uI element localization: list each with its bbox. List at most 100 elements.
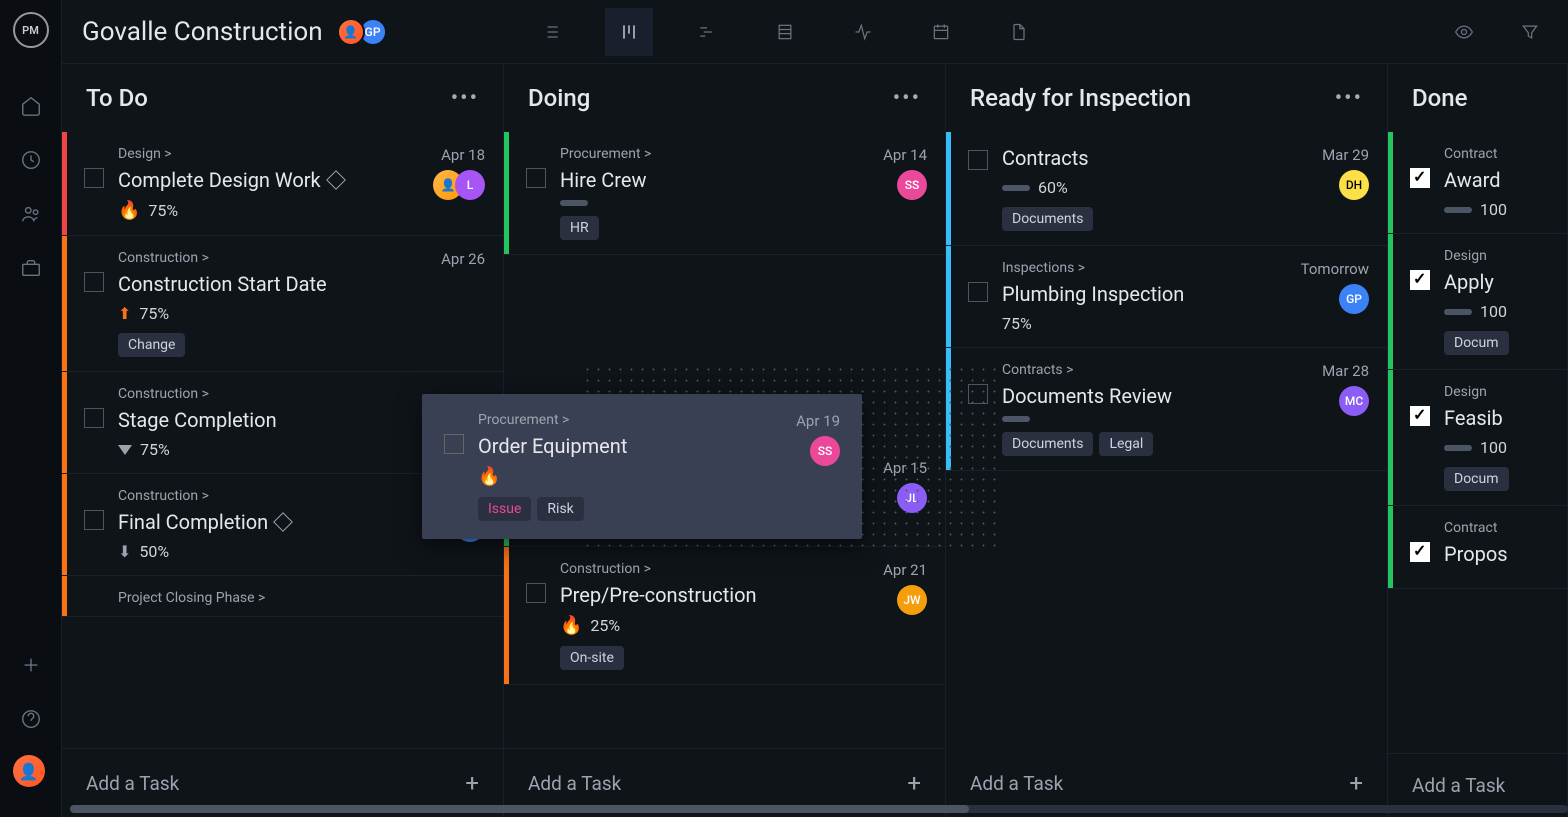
milestone-icon	[326, 170, 346, 190]
add-icon[interactable]	[13, 647, 49, 683]
column-title: To Do	[86, 84, 148, 112]
task-category: Design	[1444, 384, 1549, 400]
member-avatar[interactable]: 👤	[337, 18, 365, 46]
task-card[interactable]: Construction > Construction Start Date ⬆…	[62, 236, 503, 372]
assignee-avatar[interactable]: SS	[897, 170, 927, 200]
task-checkbox[interactable]	[1410, 406, 1430, 426]
progress-bar-icon	[1444, 207, 1472, 213]
activity-view-icon[interactable]	[839, 8, 887, 56]
calendar-view-icon[interactable]	[917, 8, 965, 56]
task-checkbox[interactable]	[968, 150, 988, 170]
task-category: Procurement >	[560, 146, 857, 162]
task-card[interactable]: Design Apply 100 Docum	[1388, 234, 1567, 370]
task-title: Apply	[1444, 270, 1549, 294]
board-view-icon[interactable]	[605, 8, 653, 56]
task-card[interactable]: Design Feasib 100 Docum	[1388, 370, 1567, 506]
assignee-avatar[interactable]: GP	[1339, 284, 1369, 314]
add-task-label: Add a Task	[528, 772, 621, 795]
assignee-avatar[interactable]: DH	[1339, 170, 1369, 200]
assignee-avatar[interactable]: JW	[897, 585, 927, 615]
task-category: Contract	[1444, 146, 1549, 162]
filter-icon[interactable]	[1512, 8, 1548, 56]
task-card[interactable]: Contracts 60% Documents Mar 29DH	[946, 132, 1387, 246]
task-card[interactable]: Procurement > Hire Crew HR Apr 14SS	[504, 132, 945, 255]
task-checkbox[interactable]	[444, 434, 464, 454]
column-title: Doing	[528, 84, 590, 112]
task-progress: 100	[1480, 302, 1507, 321]
task-checkbox[interactable]	[526, 583, 546, 603]
task-category: Project Closing Phase >	[118, 590, 485, 606]
column-menu-icon[interactable]: •••	[893, 86, 921, 111]
task-tag: Documents	[1002, 207, 1093, 231]
task-title: Feasib	[1444, 406, 1549, 430]
task-date: Mar 28	[1322, 362, 1369, 380]
column-inspection: Ready for Inspection ••• Contracts 60% D…	[946, 64, 1388, 817]
header: Govalle Construction 👤 GP	[62, 0, 1568, 64]
column-menu-icon[interactable]: •••	[451, 86, 479, 111]
task-checkbox[interactable]	[84, 510, 104, 530]
task-date: Apr 26	[441, 250, 485, 268]
task-date: Apr 14	[883, 146, 927, 164]
task-checkbox[interactable]	[84, 168, 104, 188]
home-icon[interactable]	[13, 88, 49, 124]
task-category: Design	[1444, 248, 1549, 264]
task-checkbox[interactable]	[1410, 542, 1430, 562]
plus-icon: +	[1349, 769, 1363, 797]
priority-accent	[946, 132, 951, 245]
task-checkbox[interactable]	[1410, 168, 1430, 188]
horizontal-scrollbar[interactable]	[70, 805, 1568, 813]
add-task-label: Add a Task	[86, 772, 179, 795]
task-card[interactable]: Contract Award 100	[1388, 132, 1567, 234]
file-view-icon[interactable]	[995, 8, 1043, 56]
task-card[interactable]: Design > Complete Design Work 🔥75% Apr 1…	[62, 132, 503, 236]
task-progress: 100	[1480, 200, 1507, 219]
task-card[interactable]: Construction > Prep/Pre-construction 🔥25…	[504, 547, 945, 685]
sheet-view-icon[interactable]	[761, 8, 809, 56]
task-card[interactable]: Inspections > Plumbing Inspection 75% To…	[946, 246, 1387, 348]
task-card[interactable]: Contract Propos	[1388, 506, 1567, 589]
column-done: Done Contract Award 100	[1388, 64, 1568, 817]
assignee-avatar[interactable]: SS	[810, 436, 840, 466]
task-card[interactable]: Project Closing Phase >	[62, 576, 503, 617]
help-icon[interactable]	[13, 701, 49, 737]
scrollbar-thumb[interactable]	[70, 805, 969, 813]
add-task-label: Add a Task	[1412, 774, 1505, 797]
clock-icon[interactable]	[13, 142, 49, 178]
task-tag: Docum	[1444, 467, 1509, 491]
dragging-card[interactable]: Procurement > Order Equipment 🔥 IssueRis…	[422, 394, 862, 539]
project-title: Govalle Construction	[82, 17, 323, 47]
task-title: Stage Completion	[118, 408, 415, 432]
task-checkbox[interactable]	[84, 408, 104, 428]
task-checkbox[interactable]	[1410, 270, 1430, 290]
task-card[interactable]: Contracts > Documents Review DocumentsLe…	[946, 348, 1387, 471]
assignee-avatar[interactable]: MC	[1339, 386, 1369, 416]
task-progress: 75%	[148, 201, 178, 220]
task-title: Propos	[1444, 542, 1549, 566]
visibility-icon[interactable]	[1446, 8, 1482, 56]
progress-bar-icon	[1444, 445, 1472, 451]
list-view-icon[interactable]	[527, 8, 575, 56]
user-avatar[interactable]: 👤	[13, 755, 45, 787]
briefcase-icon[interactable]	[13, 250, 49, 286]
priority-accent	[1388, 234, 1393, 369]
priority-accent	[1388, 506, 1393, 588]
task-title: Award	[1444, 168, 1549, 192]
task-title: Complete Design Work	[118, 168, 415, 192]
column-menu-icon[interactable]: •••	[1335, 86, 1363, 111]
task-title: Order Equipment	[478, 434, 770, 458]
task-title: Contracts	[1002, 146, 1299, 170]
priority-accent	[62, 236, 67, 371]
gantt-view-icon[interactable]	[683, 8, 731, 56]
task-date: Apr 21	[883, 561, 927, 579]
task-checkbox[interactable]	[84, 272, 104, 292]
people-icon[interactable]	[13, 196, 49, 232]
assignee-avatar[interactable]: L	[455, 170, 485, 200]
task-checkbox[interactable]	[968, 282, 988, 302]
task-date: Tomorrow	[1301, 260, 1369, 278]
task-progress: 50%	[139, 542, 169, 561]
task-category: Construction >	[118, 386, 415, 402]
kanban-board: To Do ••• Design > Complete Design Work …	[62, 64, 1568, 817]
project-members[interactable]: 👤 GP	[343, 18, 387, 46]
task-checkbox[interactable]	[526, 168, 546, 188]
app-logo[interactable]: PM	[13, 12, 49, 48]
